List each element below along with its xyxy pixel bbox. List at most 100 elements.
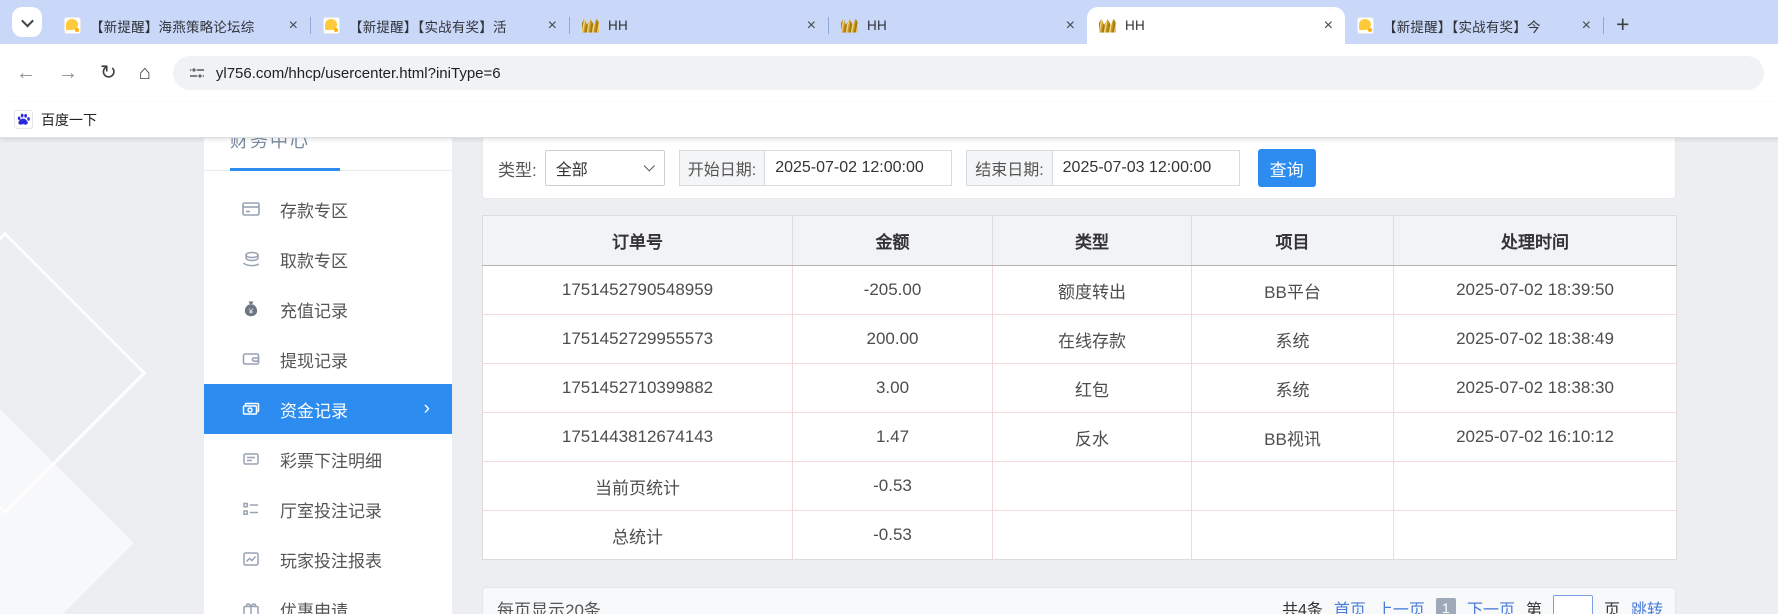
cell-process-time: 2025-07-02 16:10:12 <box>1394 413 1677 462</box>
forward-icon[interactable]: → <box>58 63 78 83</box>
table-row-total-summary: 总统计 -0.53 <box>483 511 1677 560</box>
pagination-first[interactable]: 首页 <box>1334 596 1366 614</box>
close-icon[interactable]: × <box>1062 18 1079 34</box>
sidebar-item-label: 取款专区 <box>280 247 348 272</box>
cell-process-time: 2025-07-02 18:39:50 <box>1394 266 1677 315</box>
cell-type: 额度转出 <box>993 266 1192 315</box>
tab-title: HH <box>1125 18 1320 33</box>
home-icon[interactable]: ⌂ <box>139 63 151 83</box>
browser-tab-1[interactable]: 【新提醒】海燕策略论坛综 × <box>52 7 310 44</box>
cell-amount: -0.53 <box>793 462 993 511</box>
tab-title: 【新提醒】海燕策略论坛综 <box>90 16 285 36</box>
table-row: 1751452790548959 -205.00 额度转出 BB平台 2025-… <box>483 266 1677 315</box>
chevron-down-icon <box>21 14 34 27</box>
moneybag-icon: ¥ <box>241 299 261 319</box>
chart-icon <box>241 549 261 569</box>
cell-summary-label: 总统计 <box>483 511 793 560</box>
cell-project: 系统 <box>1192 364 1394 413</box>
tab-title: HH <box>608 18 803 33</box>
jump-suffix: 页 <box>1604 596 1620 614</box>
hh-icon <box>1099 19 1116 33</box>
sidebar-item-label: 优惠申请 <box>280 597 348 614</box>
total-count-text: 共4条 <box>1282 596 1323 614</box>
cell-project: 系统 <box>1192 315 1394 364</box>
cell-empty <box>993 462 1192 511</box>
sidebar-item-label: 厅室投注记录 <box>280 497 382 522</box>
sidebar-item-player-bet-report[interactable]: 玩家投注报表 <box>204 534 452 584</box>
start-date-label: 开始日期: <box>679 150 764 186</box>
sidebar-item-lottery-bet-details[interactable]: 彩票下注明细 <box>204 434 452 484</box>
cell-project: BB视讯 <box>1192 413 1394 462</box>
forum-icon <box>323 17 340 34</box>
hh-icon <box>841 19 858 33</box>
browser-tab-2[interactable]: 【新提醒】【实战有奖】活 × <box>311 7 569 44</box>
browser-tab-3[interactable]: HH × <box>570 7 828 44</box>
tab-separator <box>1603 17 1604 34</box>
bookmark-baidu[interactable]: 百度一下 <box>41 110 97 130</box>
chevron-right-icon: › <box>424 398 430 420</box>
cell-type: 红包 <box>993 364 1192 413</box>
address-bar[interactable]: yl756.com/hhcp/usercenter.html?iniType=6 <box>173 56 1764 90</box>
column-header-order-no: 订单号 <box>483 216 793 266</box>
tab-search-button[interactable] <box>12 7 42 37</box>
url-text: yl756.com/hhcp/usercenter.html?iniType=6 <box>216 65 501 82</box>
cell-amount: 1.47 <box>793 413 993 462</box>
start-date-input[interactable] <box>764 150 952 186</box>
sidebar-item-withdraw-records[interactable]: 提现记录 <box>204 334 452 384</box>
pagination-jump-button[interactable]: 跳转 <box>1631 596 1663 614</box>
close-icon[interactable]: × <box>544 18 561 34</box>
cell-order-no: 1751452790548959 <box>483 266 793 315</box>
tab-title: HH <box>867 18 1062 33</box>
cell-summary-label: 当前页统计 <box>483 462 793 511</box>
jump-prefix: 第 <box>1526 596 1542 614</box>
cell-type: 在线存款 <box>993 315 1192 364</box>
site-info-icon[interactable] <box>189 65 205 81</box>
ticket-list-icon <box>241 449 261 469</box>
browser-tab-5-active[interactable]: HH × <box>1087 7 1345 44</box>
table-row: 1751452729955573 200.00 在线存款 系统 2025-07-… <box>483 315 1677 364</box>
reload-icon[interactable]: ↻ <box>100 63 117 83</box>
page-size-text: 每页显示20条 <box>497 596 601 614</box>
cell-empty <box>993 511 1192 560</box>
cell-empty <box>1192 462 1394 511</box>
cell-amount: 3.00 <box>793 364 993 413</box>
cell-order-no: 1751452729955573 <box>483 315 793 364</box>
table-row: 1751443812674143 1.47 反水 BB视讯 2025-07-02… <box>483 413 1677 462</box>
sidebar-item-funds-records[interactable]: 资金记录 › <box>204 384 452 434</box>
pagination-prev[interactable]: 上一页 <box>1377 596 1425 614</box>
hh-icon <box>582 19 599 33</box>
cell-empty <box>1192 511 1394 560</box>
close-icon[interactable]: × <box>285 18 302 34</box>
sidebar-item-deposit-zone[interactable]: 存款专区 <box>204 184 452 234</box>
sidebar-item-hall-bet-records[interactable]: 厅室投注记录 <box>204 484 452 534</box>
sidebar-title: 财务中心 <box>230 138 310 152</box>
pagination-next[interactable]: 下一页 <box>1467 596 1515 614</box>
sidebar-item-promo-apply[interactable]: 优惠申请 <box>204 584 452 614</box>
cell-order-no: 1751452710399882 <box>483 364 793 413</box>
pagination-bar: 每页显示20条 共4条 首页 上一页 1 下一页 第 页 跳转 <box>482 587 1676 614</box>
browser-tab-4[interactable]: HH × <box>829 7 1087 44</box>
close-icon[interactable]: × <box>1578 18 1595 34</box>
filter-bar: 类型: 全部 开始日期: 结束日期: 查询 <box>482 138 1676 199</box>
search-button[interactable]: 查询 <box>1258 149 1316 187</box>
type-select[interactable]: 全部 <box>545 150 665 186</box>
end-date-input[interactable] <box>1052 150 1240 186</box>
new-tab-button[interactable]: + <box>1616 13 1629 36</box>
page-body: 财务中心 存款专区 取款专区 <box>0 138 1778 614</box>
banknotes-icon <box>241 399 261 419</box>
end-date-label: 结束日期: <box>966 150 1051 186</box>
close-icon[interactable]: × <box>803 18 820 34</box>
pagination-current-page[interactable]: 1 <box>1436 598 1456 614</box>
page-jump-input[interactable] <box>1553 595 1593 614</box>
sidebar-item-recharge-records[interactable]: ¥ 充值记录 <box>204 284 452 334</box>
sidebar-item-label: 提现记录 <box>280 347 348 372</box>
bookmarks-bar: 百度一下 <box>0 102 1778 138</box>
close-icon[interactable]: × <box>1320 18 1337 34</box>
type-select-value: 全部 <box>556 156 646 180</box>
back-icon[interactable]: ← <box>16 63 36 83</box>
sidebar-title-underline <box>230 168 340 171</box>
browser-tab-6[interactable]: 【新提醒】【实战有奖】今 × <box>1345 7 1603 44</box>
cell-type: 反水 <box>993 413 1192 462</box>
column-header-process-time: 处理时间 <box>1394 216 1677 266</box>
sidebar-item-withdraw-zone[interactable]: 取款专区 <box>204 234 452 284</box>
